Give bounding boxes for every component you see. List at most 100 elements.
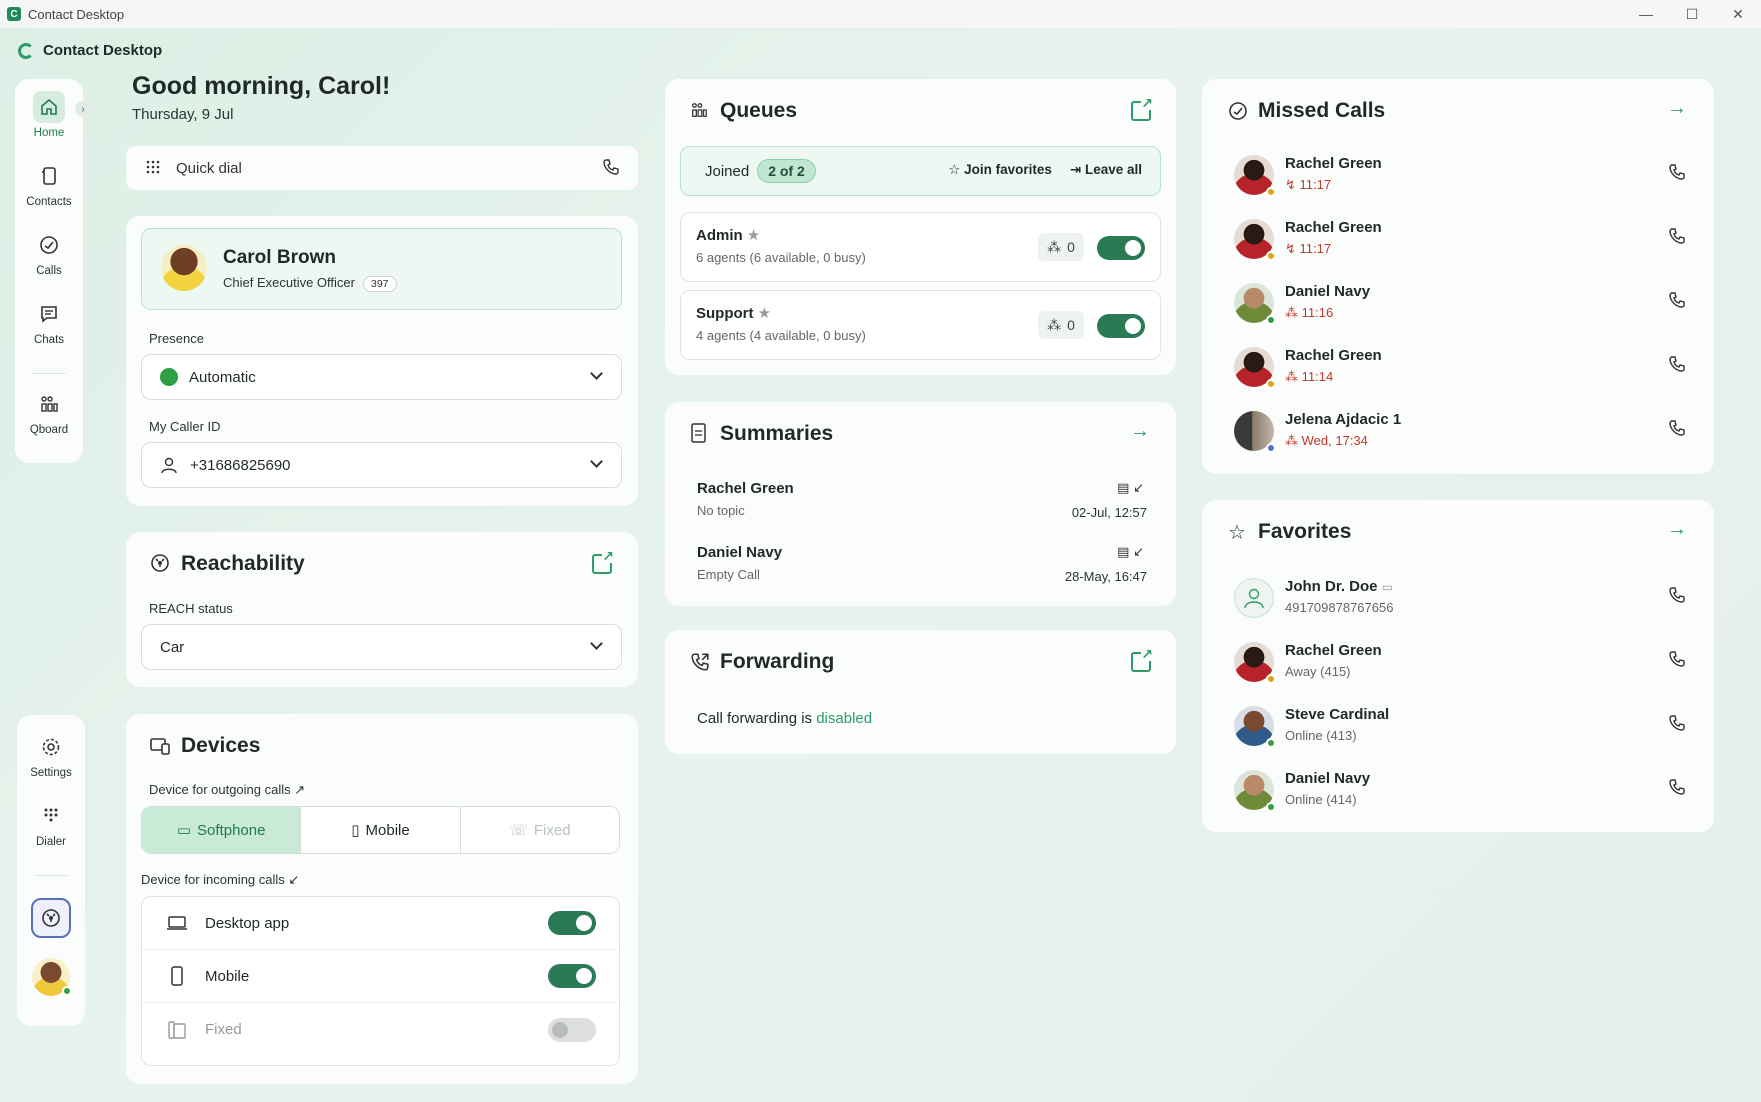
queues-title: Queues [720,99,798,122]
incoming-devices-list: Desktop app Mobile Fixed [141,896,620,1066]
phone-icon[interactable] [1668,419,1686,442]
nav-item-dialer[interactable]: Dialer [17,800,85,869]
avatar [1234,347,1276,389]
nav-item-qboard[interactable]: Qboard [15,388,83,457]
summary-icon: ▤ [1117,544,1130,559]
queue-agents: 4 agents (4 available, 0 busy) [696,328,866,343]
minimize-button[interactable]: — [1623,0,1669,28]
desktop-app-toggle[interactable] [548,911,596,935]
nav-item-contacts[interactable]: Contacts [15,160,83,229]
devices-card: Devices Device for outgoing calls ↗ ▭ So… [126,714,638,1084]
fixed-phone-icon [167,1020,187,1040]
summary-date: 02-Jul, 12:57 [1071,505,1147,520]
forwarding-status-link[interactable]: disabled [816,710,872,727]
sidebar-bottom: Settings Dialer [17,715,85,1026]
nav-item-calls[interactable]: Calls [15,229,83,298]
external-link-icon[interactable] [592,549,615,574]
missed-call-row[interactable]: Rachel Green ⁂ 11:14 [1234,345,1686,401]
presence-dot [1266,187,1276,197]
phone-icon[interactable] [1668,714,1686,737]
phone-icon[interactable] [1668,163,1686,186]
calls-icon [33,229,65,261]
nav-label: Dialer [35,836,67,848]
caller-name: Daniel Navy [1285,283,1371,300]
phone-icon[interactable] [602,158,620,180]
arrow-right-icon[interactable]: → [1667,518,1687,541]
qboard-icon: ⁂ [1285,433,1302,448]
star-icon[interactable]: ★ [758,305,771,322]
chevron-down-icon [590,455,603,468]
presence-select[interactable]: Automatic [141,354,622,400]
summary-row[interactable]: Daniel Navy Empty Call ▤ ↙ 28-May, 16:47 [697,544,1147,584]
favorite-row[interactable]: Steve Cardinal Online (413) [1234,704,1686,760]
phone-icon[interactable] [1668,227,1686,250]
reach-icon [42,909,60,927]
join-favorites-button[interactable]: ☆ Join favorites [948,162,1052,178]
missed-call-row[interactable]: Rachel Green ↯ 11:17 [1234,217,1686,273]
nav-label: Qboard [29,424,69,436]
device-option-softphone[interactable]: ▭ Softphone [142,807,302,853]
user-avatar[interactable] [32,958,72,996]
chats-icon [33,298,65,330]
external-link-icon[interactable] [1131,96,1154,121]
qboard-icon: ⁂ [1047,316,1062,333]
maximize-button[interactable]: ☐ [1669,0,1715,28]
expand-nav-button[interactable]: › [75,101,91,117]
external-link-icon[interactable] [1131,647,1154,672]
phone-icon[interactable] [1668,650,1686,673]
caller-name: Rachel Green [1285,347,1382,364]
star-icon[interactable]: ★ [747,227,760,244]
favorite-row[interactable]: John Dr. Doe ▭ 491709878767656 [1234,576,1686,632]
dialpad-icon [35,800,67,832]
presence-dot [62,986,72,996]
profile-summary: Carol Brown Chief Executive Officer 397 [141,228,622,310]
queue-admin-toggle[interactable] [1097,236,1145,260]
summary-row[interactable]: Rachel Green No topic ▤ ↙ 02-Jul, 12:57 [697,480,1147,520]
queue-agents: 6 agents (6 available, 0 busy) [696,250,866,265]
arrow-right-icon[interactable]: → [1667,97,1687,120]
caller-name: Jelena Ajdacic 1 [1285,411,1402,428]
joined-label: Joined [705,162,750,180]
app-name: Contact Desktop [43,42,163,59]
quick-dial-input[interactable]: Quick dial [126,146,638,190]
phone-icon[interactable] [1668,586,1686,609]
gear-icon [35,731,67,763]
close-button[interactable]: ✕ [1715,0,1761,28]
favorite-row[interactable]: Daniel Navy Online (414) [1234,768,1686,824]
option-label: Fixed [533,821,571,839]
missed-call-row[interactable]: Rachel Green ↯ 11:17 [1234,153,1686,209]
summary-name: Daniel Navy [697,544,783,561]
nav-item-chats[interactable]: Chats [15,298,83,367]
incoming-label: Device for incoming calls ↙ [141,872,300,887]
presence-value: Automatic [189,368,256,386]
phone-icon[interactable] [1668,291,1686,314]
nav-item-home[interactable]: Home [15,91,83,160]
favorites-title: Favorites [1258,520,1352,543]
reachability-button[interactable] [31,898,71,938]
mobile-toggle[interactable] [548,964,596,988]
arrow-right-icon[interactable]: → [1130,420,1150,443]
queue-row: Admin ★ 6 agents (6 available, 0 busy) ⁂… [680,212,1161,282]
phone-icon[interactable] [1668,778,1686,801]
reachability-title: Reachability [181,552,305,575]
queue-waiting-count: ⁂ 0 [1038,233,1084,261]
queue-actions: ☆ Join favorites ⇥ Leave all [948,162,1142,178]
missed-call-row[interactable]: Daniel Navy ⁂ 11:16 [1234,281,1686,337]
device-option-mobile[interactable]: ▯ Mobile [301,807,461,853]
nav-label: Calls [36,265,62,277]
missed-call-row[interactable]: Jelena Ajdacic 1 ⁂ Wed, 17:34 [1234,409,1686,465]
qboard-icon [690,101,708,124]
favorite-row[interactable]: Rachel Green Away (415) [1234,640,1686,696]
callerid-select[interactable]: +31686825690 [141,442,622,488]
nav-label: Chats [33,334,65,346]
phone-icon[interactable] [1668,355,1686,378]
fixed-phone-icon: ☏ [509,822,528,839]
reach-status-select[interactable]: Car [141,624,622,670]
nav-item-settings[interactable]: Settings [17,731,85,800]
leave-all-button[interactable]: ⇥ Leave all [1070,162,1142,178]
favorite-name: Steve Cardinal [1285,706,1390,723]
missed-time-text: 11:14 [1301,369,1334,384]
nav-label: Settings [30,767,72,779]
queue-support-toggle[interactable] [1097,314,1145,338]
laptop-icon [167,915,187,931]
